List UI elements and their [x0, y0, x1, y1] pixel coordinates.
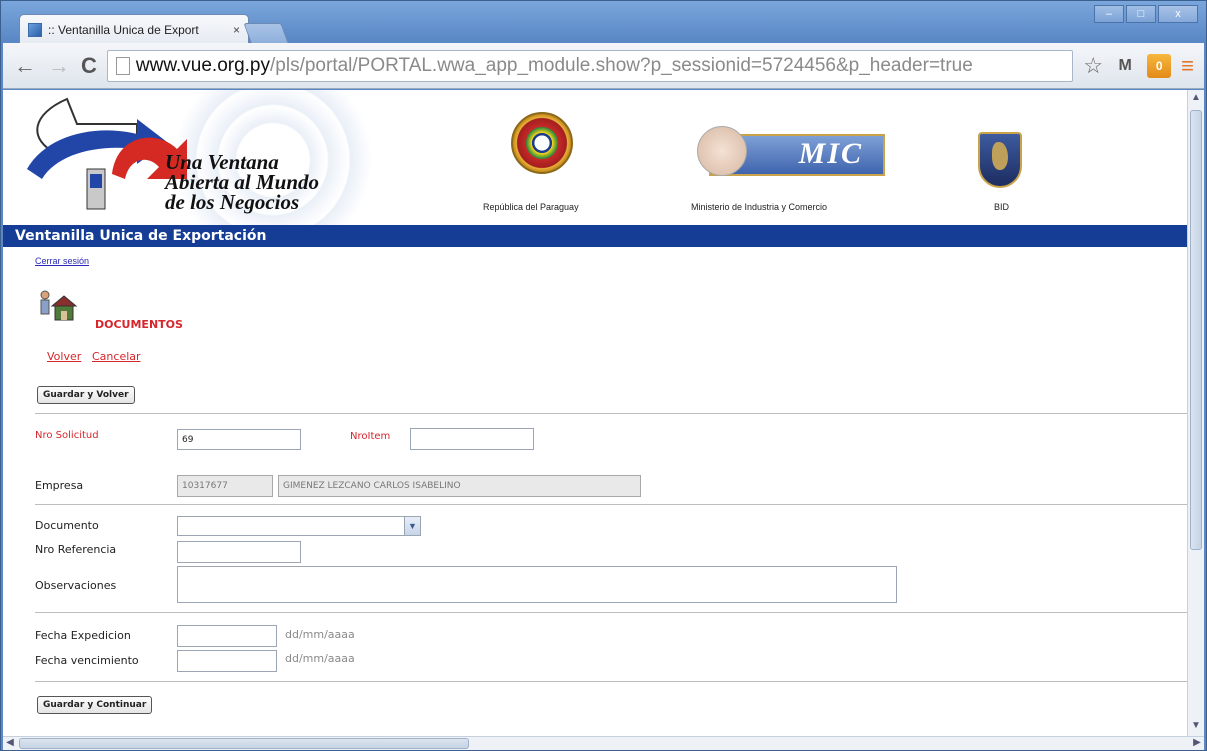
scroll-right-icon[interactable]: ▶ [1190, 736, 1204, 750]
url-path: /pls/portal/PORTAL.wwa_app_module.show?p… [270, 54, 973, 76]
browser-tab[interactable]: :: Ventanilla Unica de Export × [19, 14, 249, 44]
bid-map-icon [992, 142, 1008, 170]
site-banner: Una Ventana Abierta al Mundo de los Nego… [3, 90, 1187, 225]
page-viewport: Una Ventana Abierta al Mundo de los Nego… [3, 90, 1187, 736]
nroitem-field[interactable] [410, 428, 534, 450]
page-icon [115, 56, 130, 75]
slogan-line-1: Una Ventana [165, 150, 279, 174]
section-title: DOCUMENTOS [95, 318, 183, 331]
reload-icon[interactable]: C [81, 53, 97, 79]
fecha-expedicion-field[interactable] [177, 625, 277, 647]
cancelar-link[interactable]: Cancelar [92, 350, 141, 363]
window-controls: – □ x [1094, 5, 1198, 23]
paraguay-seal-icon [511, 112, 573, 174]
back-arrow-icon[interactable]: ← [13, 53, 37, 79]
page-favicon-icon [28, 22, 42, 37]
horizontal-scrollbar[interactable]: ◀ ▶ [3, 736, 1204, 750]
fecha-expedicion-label: Fecha Expedicion [35, 629, 131, 642]
nro-referencia-label: Nro Referencia [35, 543, 117, 556]
maximize-button[interactable]: □ [1126, 5, 1156, 23]
logout-link[interactable]: Cerrar sesión [35, 256, 89, 266]
nroitem-label: NroItem [350, 431, 391, 442]
guardar-continuar-button[interactable]: Guardar y Continuar [37, 696, 153, 714]
observaciones-label: Observaciones [35, 579, 117, 592]
divider [35, 612, 1187, 613]
forward-arrow-icon[interactable]: → [47, 53, 71, 79]
fecha-vencimiento-field[interactable] [177, 650, 277, 672]
empresa-label: Empresa [35, 479, 84, 492]
gmail-extension-icon[interactable]: M [1113, 54, 1137, 78]
vertical-scrollbar[interactable]: ▲ ▼ [1187, 90, 1204, 736]
scroll-up-icon[interactable]: ▲ [1188, 90, 1204, 106]
vue-logo-icon [27, 97, 187, 210]
browser-toolbar: ← → C www.vue.org.py/pls/portal/PORTAL.w… [3, 43, 1204, 89]
bid-caption: BID [994, 202, 1010, 212]
scroll-left-icon[interactable]: ◀ [3, 736, 17, 750]
slogan-line-3: de los Negocios [165, 190, 300, 214]
divider [35, 681, 1187, 682]
empresa-ruc-field: 10317677 [177, 475, 273, 497]
nro-referencia-field[interactable] [177, 541, 301, 563]
page-header-bar: Ventanilla Unica de Exportación [3, 225, 1187, 247]
new-tab-button[interactable] [243, 23, 289, 43]
minimize-button[interactable]: – [1094, 5, 1124, 23]
documento-select[interactable]: ▼ [177, 516, 421, 536]
nro-solicitud-label: Nro Solicitud [35, 430, 99, 441]
bookmark-star-icon[interactable]: ☆ [1083, 53, 1103, 79]
chevron-down-icon[interactable]: ▼ [404, 517, 420, 535]
divider [35, 413, 1187, 414]
vertical-scroll-thumb[interactable] [1190, 110, 1202, 550]
empresa-name-field: GIMENEZ LEZCANO CARLOS ISABELINO [278, 475, 641, 497]
documents-home-icon [40, 290, 78, 321]
url-host: www.vue.org.py [135, 54, 271, 76]
mic-caption: Ministerio de Industria y Comercio [691, 202, 828, 212]
tab-close-icon[interactable]: × [233, 23, 240, 37]
menu-icon[interactable]: ≡ [1181, 53, 1194, 79]
paraguay-caption: República del Paraguay [483, 202, 579, 212]
browser-window: :: Ventanilla Unica de Export × – □ x ← … [0, 0, 1207, 751]
fecha-vencimiento-label: Fecha vencimiento [35, 654, 139, 667]
mic-globe-icon [697, 126, 747, 176]
nro-solicitud-field[interactable]: 69 [177, 429, 301, 450]
address-bar[interactable]: www.vue.org.py/pls/portal/PORTAL.wwa_app… [106, 49, 1074, 82]
fecha-vencimiento-hint: dd/mm/aaaa [285, 652, 355, 665]
fecha-expedicion-hint: dd/mm/aaaa [285, 628, 355, 641]
observaciones-textarea[interactable] [177, 566, 897, 603]
scroll-down-icon[interactable]: ▼ [1188, 718, 1204, 734]
volver-link[interactable]: Volver [47, 350, 81, 363]
tab-strip: :: Ventanilla Unica de Export × – □ x [1, 1, 1206, 44]
office-extension-icon[interactable]: 0 [1147, 53, 1172, 78]
slogan-line-2: Abierta al Mundo [165, 170, 320, 194]
extension-badge: 0 [1155, 58, 1163, 73]
horizontal-scroll-thumb[interactable] [19, 738, 469, 749]
tab-title: :: Ventanilla Unica de Export [48, 22, 199, 37]
divider [35, 504, 1187, 505]
documento-label: Documento [35, 519, 99, 532]
guardar-volver-button[interactable]: Guardar y Volver [37, 386, 135, 404]
slogan: Una Ventana Abierta al Mundo de los Nego… [165, 150, 320, 214]
close-window-button[interactable]: x [1158, 5, 1198, 23]
